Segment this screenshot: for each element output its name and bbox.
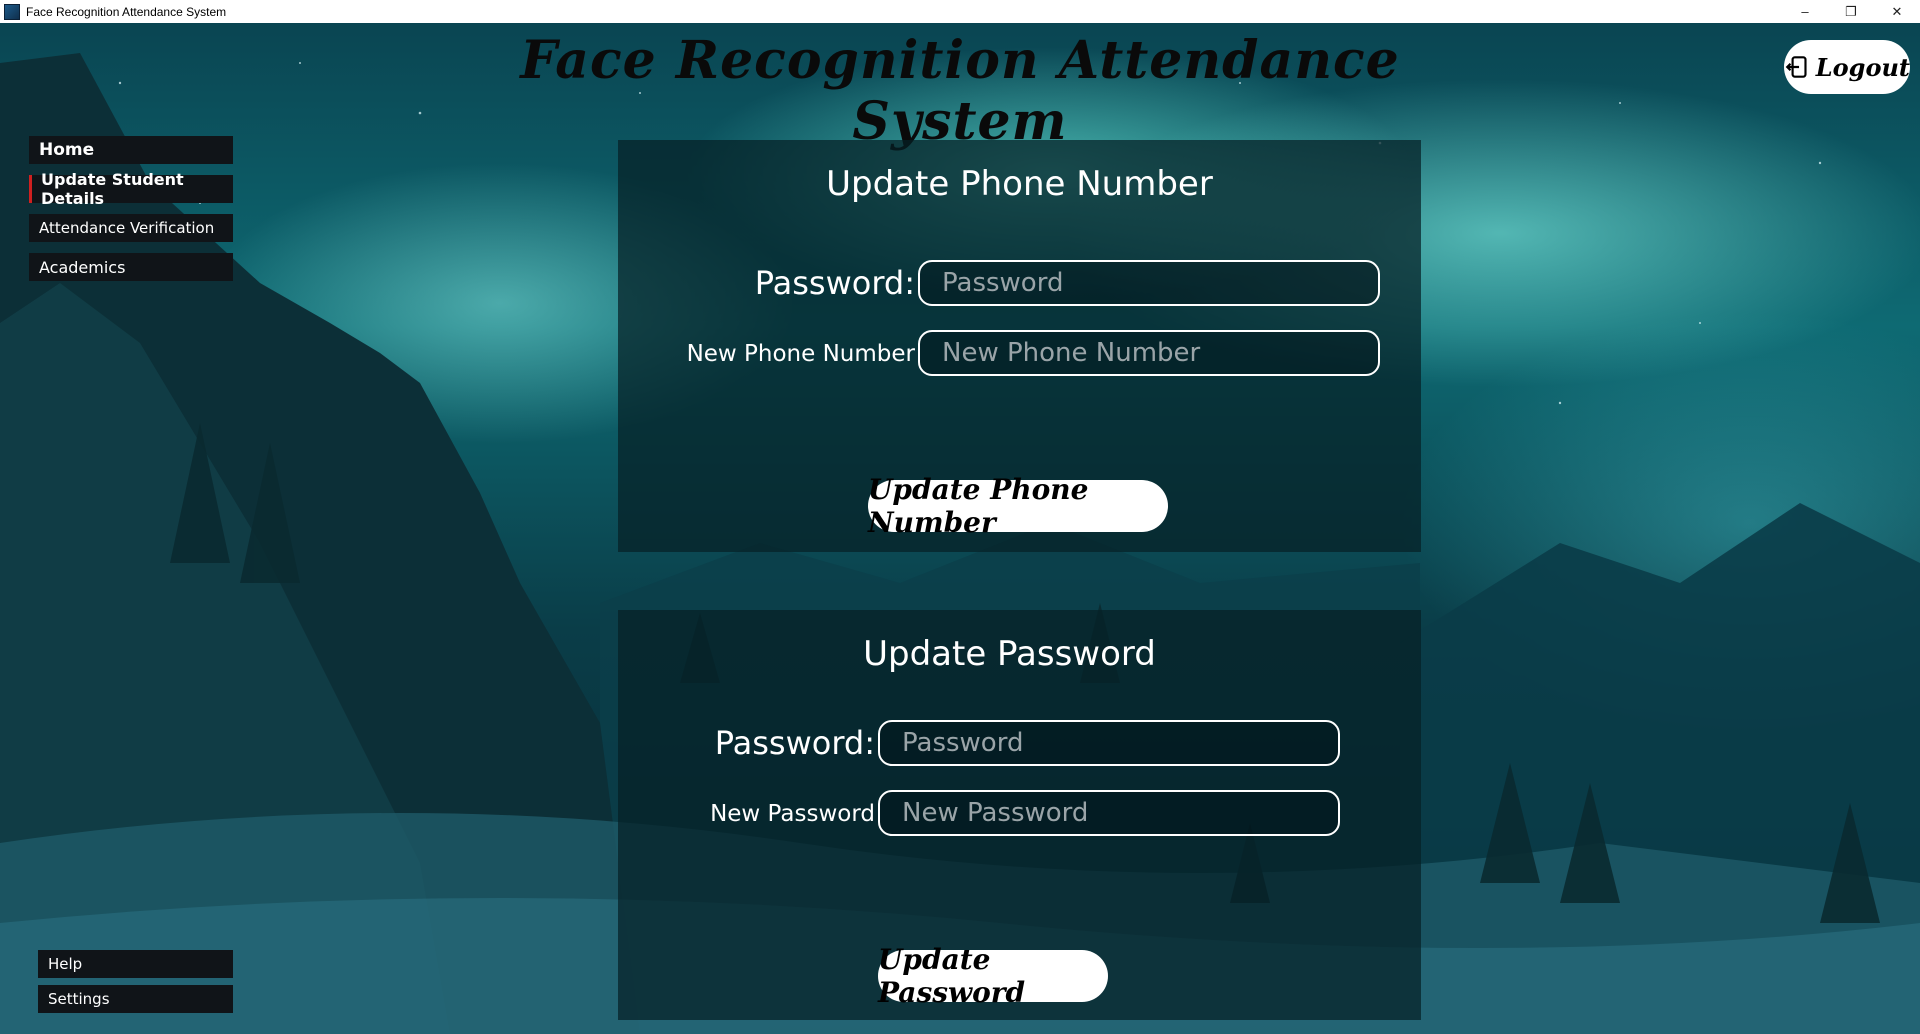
close-button[interactable]: ✕ <box>1874 0 1920 23</box>
app-title: Face Recognition Attendance System <box>520 30 1400 152</box>
sidebar-item-attendance-verification[interactable]: Attendance Verification <box>29 214 233 242</box>
update-password-panel: Update Password Password: New Password U… <box>618 610 1421 1020</box>
sidebar-item-settings[interactable]: Settings <box>38 985 233 1013</box>
window-titlebar: Face Recognition Attendance System – ❐ ✕ <box>0 0 1920 24</box>
logout-icon <box>1785 56 1807 78</box>
new-phone-label: New Phone Number <box>686 341 915 367</box>
app-icon <box>4 3 20 20</box>
current-password-label: Password: <box>714 724 875 762</box>
update-phone-button[interactable]: Update Phone Number <box>868 473 1168 539</box>
window-title: Face Recognition Attendance System <box>26 4 227 19</box>
sidebar-item-home[interactable]: Home <box>29 136 233 164</box>
phone-panel-title: Update Phone Number <box>826 164 1213 204</box>
minimize-button[interactable]: – <box>1782 0 1828 23</box>
new-phone-input[interactable] <box>918 330 1380 376</box>
update-password-button[interactable]: Update Password <box>878 943 1108 1009</box>
new-password-label: New Password <box>710 801 875 827</box>
update-phone-panel: Update Phone Number Password: New Phone … <box>618 140 1421 552</box>
phone-password-label: Password: <box>754 264 915 302</box>
sidebar-item-help[interactable]: Help <box>38 950 233 978</box>
phone-password-input[interactable] <box>918 260 1380 306</box>
password-panel-title: Update Password <box>863 634 1156 674</box>
logout-button[interactable]: Logout <box>1784 40 1910 94</box>
logout-label: Logout <box>1815 52 1910 82</box>
restore-button[interactable]: ❐ <box>1828 0 1874 23</box>
new-password-input[interactable] <box>878 790 1340 836</box>
sidebar-item-update-student-details[interactable]: Update Student Details <box>29 170 233 208</box>
sidebar-item-academics[interactable]: Academics <box>29 253 233 281</box>
current-password-input[interactable] <box>878 720 1340 766</box>
window-controls: – ❐ ✕ <box>1782 0 1920 23</box>
